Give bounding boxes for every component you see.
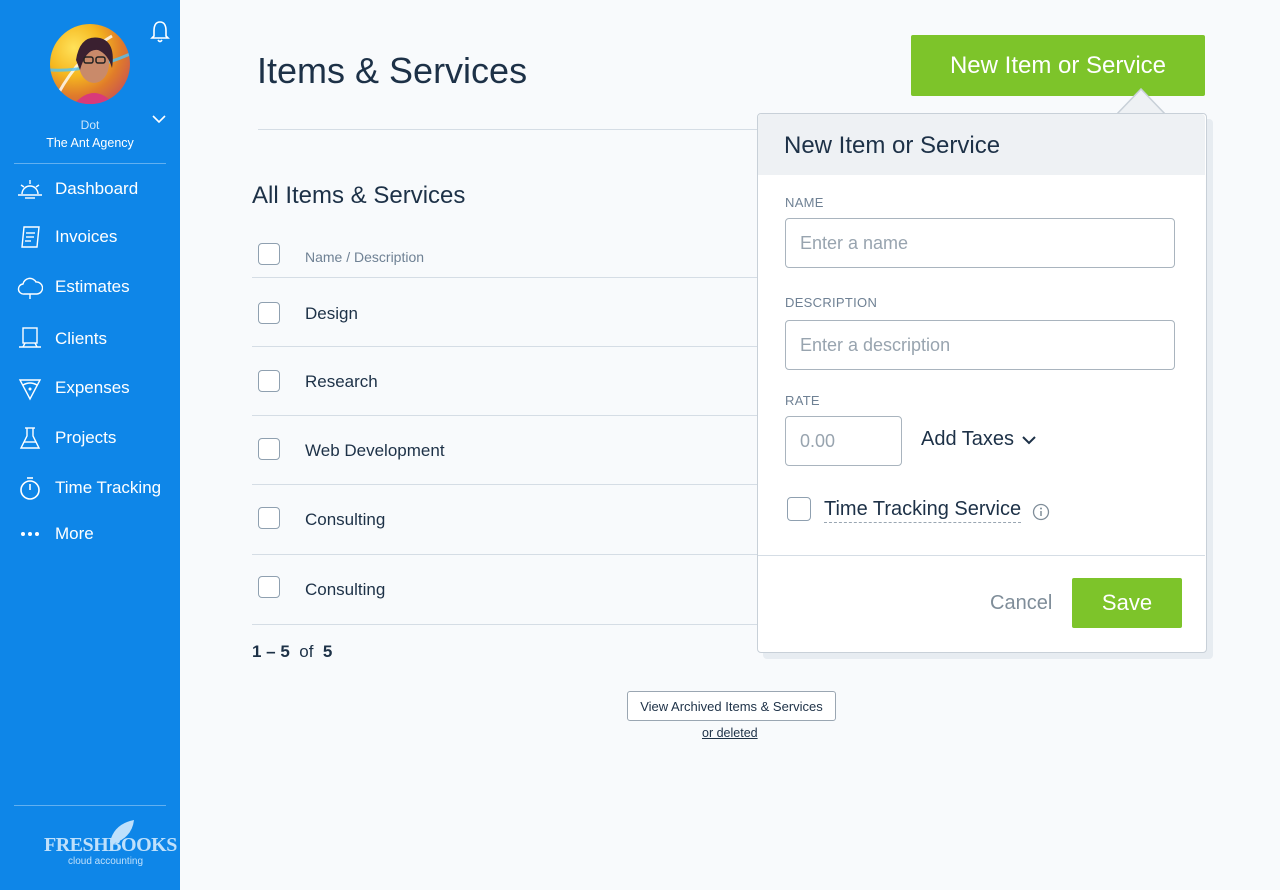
sidebar-item-projects[interactable]: Projects	[0, 418, 180, 458]
popover-header: New Item or Service	[758, 114, 1205, 175]
sidebar-item-dashboard[interactable]: Dashboard	[0, 169, 180, 209]
bell-icon[interactable]	[150, 20, 170, 44]
sidebar-item-label: Projects	[55, 428, 117, 447]
sidebar-item-estimates[interactable]: Estimates	[0, 267, 180, 307]
view-archived-button[interactable]: View Archived Items & Services	[627, 691, 836, 721]
sidebar-item-invoices[interactable]: Invoices	[0, 217, 180, 257]
sidebar-item-label: Dashboard	[55, 179, 139, 198]
row-divider	[252, 484, 757, 485]
row-checkbox[interactable]	[258, 576, 280, 598]
section-title: All Items & Services	[252, 182, 466, 209]
time-tracking-checkbox[interactable]	[787, 497, 811, 521]
sidebar-item-clients[interactable]: Clients	[0, 319, 180, 359]
cloud-icon	[17, 277, 43, 299]
invoice-icon	[21, 226, 40, 248]
sunrise-icon	[18, 180, 42, 199]
more-icon	[21, 532, 39, 536]
stopwatch-icon	[20, 477, 40, 500]
row-checkbox[interactable]	[258, 507, 280, 529]
row-checkbox[interactable]	[258, 438, 280, 460]
clients-icon	[19, 327, 41, 348]
table-row[interactable]: Research	[305, 372, 378, 392]
row-checkbox[interactable]	[258, 302, 280, 324]
expenses-icon	[18, 379, 42, 401]
name-label: NAME	[785, 195, 824, 210]
pagination-summary: 1 – 5 of 5	[252, 642, 332, 662]
pagination-total: 5	[322, 642, 333, 661]
column-header-name[interactable]: Name / Description	[305, 249, 424, 265]
row-divider	[252, 346, 757, 347]
description-input[interactable]	[785, 320, 1175, 370]
popover-arrow	[1116, 88, 1166, 115]
row-divider	[252, 277, 757, 278]
sidebar-item-time-tracking[interactable]: Time Tracking	[0, 468, 180, 508]
chevron-down-icon[interactable]	[1022, 435, 1036, 445]
description-label: DESCRIPTION	[785, 295, 878, 310]
sidebar-item-label: Invoices	[55, 227, 118, 246]
chevron-down-icon[interactable]	[152, 114, 166, 124]
cancel-button[interactable]: Cancel	[984, 591, 1058, 616]
sidebar-divider	[14, 163, 166, 164]
new-item-popover: New Item or Service NAME DESCRIPTION RAT…	[757, 113, 1207, 653]
title-divider	[258, 129, 758, 130]
row-checkbox[interactable]	[258, 370, 280, 392]
logo-subtitle: cloud accounting	[68, 856, 144, 867]
flask-icon	[19, 427, 41, 449]
sidebar-item-expenses[interactable]: Expenses	[0, 368, 180, 408]
avatar[interactable]	[50, 24, 130, 104]
popover-title: New Item or Service	[784, 132, 1001, 159]
sidebar-item-label: More	[55, 524, 94, 543]
pagination-range: 1 – 5	[252, 642, 290, 661]
row-divider	[252, 624, 757, 625]
table-row[interactable]: Web Development	[305, 441, 445, 461]
sidebar-item-label: Time Tracking	[55, 478, 162, 497]
time-tracking-label[interactable]: Time Tracking Service	[824, 498, 1022, 523]
rate-input[interactable]	[785, 416, 902, 466]
save-button[interactable]: Save	[1072, 578, 1182, 628]
select-all-checkbox[interactable]	[258, 243, 280, 265]
new-item-button[interactable]: New Item or Service	[911, 35, 1205, 96]
rate-label: RATE	[785, 393, 820, 408]
view-deleted-link[interactable]: or deleted	[702, 726, 758, 740]
row-divider	[252, 415, 757, 416]
sidebar-item-label: Clients	[55, 329, 107, 348]
info-icon[interactable]	[1032, 503, 1050, 521]
sidebar: Dot The Ant Agency Dashboard Invoices Es…	[0, 0, 180, 890]
user-org: The Ant Agency	[46, 136, 134, 150]
table-row[interactable]: Consulting	[305, 510, 385, 530]
page-title: Items & Services	[257, 50, 528, 91]
sidebar-item-label: Estimates	[55, 277, 130, 296]
table-row[interactable]: Consulting	[305, 580, 385, 600]
add-taxes-dropdown[interactable]: Add Taxes	[921, 428, 1014, 451]
logo-text: FRESHBOOKS	[44, 834, 177, 856]
sidebar-divider	[14, 805, 166, 806]
pagination-of: of	[299, 642, 314, 661]
row-divider	[252, 554, 757, 555]
popover-divider	[758, 555, 1205, 556]
name-input[interactable]	[785, 218, 1175, 268]
table-row[interactable]: Design	[305, 304, 358, 324]
sidebar-item-more[interactable]: More	[0, 514, 180, 554]
sidebar-item-label: Expenses	[55, 378, 130, 397]
